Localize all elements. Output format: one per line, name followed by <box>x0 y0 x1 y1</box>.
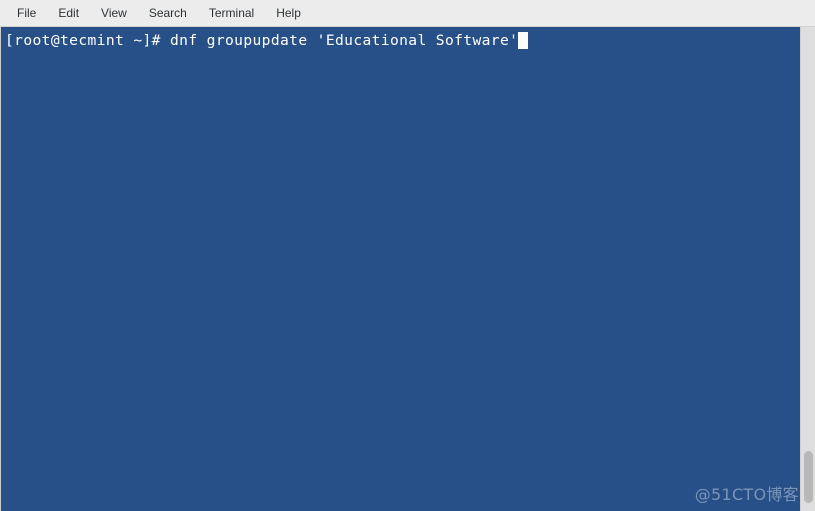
terminal-command-line: [root@tecmint ~]# dnf groupupdate 'Educa… <box>5 32 519 49</box>
terminal-output-area[interactable]: [root@tecmint ~]# dnf groupupdate 'Educa… <box>0 27 800 511</box>
menu-item-file[interactable]: File <box>9 4 44 23</box>
menu-item-edit[interactable]: Edit <box>50 4 87 23</box>
scrollbar-thumb[interactable] <box>804 451 813 503</box>
menu-item-help[interactable]: Help <box>268 4 309 23</box>
menu-item-search[interactable]: Search <box>141 4 195 23</box>
vertical-scrollbar[interactable] <box>800 27 815 511</box>
menu-bar: File Edit View Search Terminal Help <box>0 0 815 27</box>
menu-item-terminal[interactable]: Terminal <box>201 4 262 23</box>
text-cursor <box>518 32 528 49</box>
terminal-window: File Edit View Search Terminal Help [roo… <box>0 0 815 511</box>
menu-item-view[interactable]: View <box>93 4 135 23</box>
terminal-line: [root@tecmint ~]# dnf groupupdate 'Educa… <box>5 31 800 50</box>
terminal-text-container: [root@tecmint ~]# dnf groupupdate 'Educa… <box>5 31 800 511</box>
